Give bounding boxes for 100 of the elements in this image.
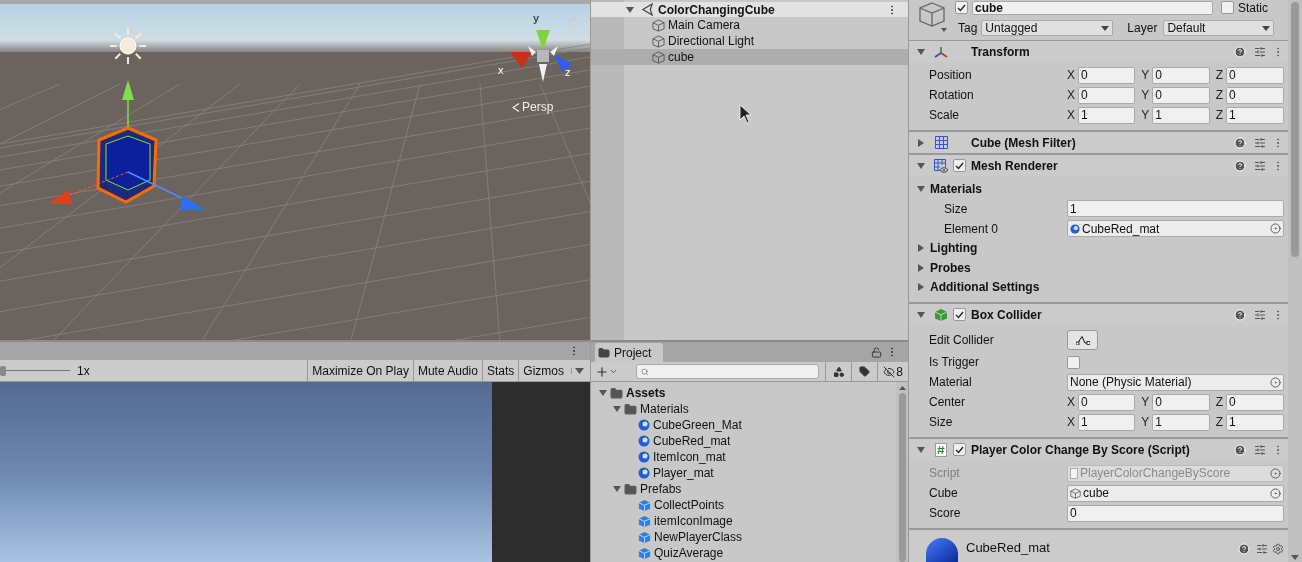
asset-item[interactable]: CubeRed_mat: [591, 433, 896, 449]
number-field[interactable]: 0: [1152, 66, 1210, 84]
active-checkbox[interactable]: [955, 1, 968, 14]
foldout-header[interactable]: Probes: [909, 258, 1288, 278]
sphere-icon: [638, 467, 650, 479]
asset-item[interactable]: QuizAverage: [591, 545, 896, 561]
hidden-packages-button[interactable]: 8: [877, 362, 908, 381]
object-picker-icon[interactable]: [1270, 376, 1281, 388]
settings-icon[interactable]: [1272, 543, 1284, 555]
object-field[interactable]: CubeRed_mat: [1067, 220, 1284, 237]
foldout-arrow-icon[interactable]: [917, 138, 925, 147]
checkbox[interactable]: [1067, 355, 1080, 369]
asset-item[interactable]: CubeGreen_Mat: [591, 417, 896, 433]
number-field[interactable]: 0: [1226, 393, 1284, 411]
foldout-arrow-icon[interactable]: [917, 445, 925, 454]
scrollbar[interactable]: [896, 382, 908, 562]
component-title: Player Color Change By Score (Script): [971, 441, 1190, 459]
number-field[interactable]: 1: [1078, 413, 1136, 431]
cube-icon: [652, 50, 665, 64]
number-field[interactable]: 0: [1152, 86, 1210, 104]
foldout-header[interactable]: Lighting: [909, 238, 1288, 258]
tag-icon: [859, 366, 871, 377]
object-picker-icon[interactable]: [1270, 223, 1281, 234]
property-label: Size: [929, 414, 953, 431]
help-icon[interactable]: [1234, 159, 1246, 172]
text-field[interactable]: 1: [1067, 200, 1284, 217]
preset-icon[interactable]: [1254, 159, 1266, 172]
preset-icon[interactable]: [1254, 45, 1266, 58]
number-field[interactable]: 0: [1078, 393, 1136, 411]
help-icon[interactable]: [1234, 136, 1246, 149]
edit-collider-button[interactable]: [1067, 330, 1098, 350]
hierarchy-item[interactable]: Directional Light: [591, 33, 908, 49]
script-icon: [935, 442, 947, 457]
view-mode-button[interactable]: Persp: [512, 98, 554, 116]
search-field[interactable]: [636, 364, 820, 379]
property-label: Size: [944, 200, 968, 218]
scrollbar[interactable]: [1288, 0, 1302, 562]
cube-icon: [652, 18, 665, 32]
number-field[interactable]: 0: [1226, 66, 1284, 84]
project-tab[interactable]: Project: [595, 343, 664, 362]
search-icon: [641, 367, 649, 376]
number-field[interactable]: 1: [1152, 106, 1210, 124]
checkbox[interactable]: [953, 308, 966, 321]
foldout-header[interactable]: Additional Settings: [909, 277, 1288, 297]
property-label: Material: [929, 374, 972, 391]
checkbox[interactable]: [953, 443, 966, 456]
property-label: Script: [929, 465, 960, 482]
help-icon[interactable]: [1234, 308, 1246, 321]
component-header[interactable]: Mesh Renderer: [909, 154, 1288, 176]
asset-item[interactable]: Player_mat: [591, 465, 896, 481]
foldout-arrow-icon[interactable]: [917, 47, 925, 56]
help-icon[interactable]: [1238, 543, 1250, 555]
checkbox[interactable]: [953, 159, 966, 172]
asset-item[interactable]: itemIconImage: [591, 513, 896, 529]
asset-item[interactable]: Materials: [591, 401, 896, 417]
asset-item[interactable]: ItemIcon_mat: [591, 449, 896, 465]
number-field[interactable]: 1: [1152, 413, 1210, 431]
foldout-arrow-icon[interactable]: [917, 161, 925, 170]
number-field[interactable]: 0: [1152, 393, 1210, 411]
asset-item[interactable]: CollectPoints: [591, 497, 896, 513]
object-field[interactable]: cube: [1067, 484, 1284, 502]
hierarchy-item[interactable]: Main Camera: [591, 17, 908, 33]
preset-icon[interactable]: [1256, 543, 1268, 555]
tag-dropdown[interactable]: Untagged: [981, 20, 1114, 36]
foldout-arrow-icon[interactable]: [917, 310, 925, 319]
foldout-arrow-icon: [917, 263, 925, 272]
scale-slider[interactable]: [0, 364, 70, 377]
scroll-up-icon: [898, 386, 906, 390]
help-icon[interactable]: [1234, 443, 1246, 456]
property-label: Center: [929, 394, 966, 411]
property-label: Position: [929, 67, 972, 84]
object-picker-icon[interactable]: [1270, 487, 1281, 499]
number-field[interactable]: 1: [1226, 106, 1284, 124]
name-field[interactable]: cube: [972, 0, 1213, 15]
cube-icon: [638, 530, 651, 544]
preset-icon[interactable]: [1254, 136, 1266, 149]
asset-item[interactable]: NewPlayerClass: [591, 529, 896, 545]
text-field[interactable]: 0: [1067, 504, 1284, 522]
sphere-icon: [1070, 223, 1080, 234]
asset-item[interactable]: Assets: [591, 385, 896, 401]
lock-icon[interactable]: [871, 347, 882, 358]
foldout-header[interactable]: Materials: [909, 179, 1288, 199]
layer-dropdown[interactable]: Default: [1163, 20, 1274, 36]
help-icon[interactable]: [1234, 45, 1246, 58]
preset-icon[interactable]: [1254, 443, 1266, 456]
slider-thumb[interactable]: [0, 365, 6, 376]
asset-item[interactable]: Prefabs: [591, 481, 896, 497]
number-field[interactable]: 0: [1078, 86, 1136, 104]
number-field[interactable]: 0: [1226, 86, 1284, 104]
object-field[interactable]: None (Physic Material): [1067, 373, 1284, 391]
scene-header[interactable]: ColorChangingCube: [591, 2, 908, 17]
number-field[interactable]: 1: [1226, 413, 1284, 431]
folder-icon: [610, 386, 623, 400]
component-header[interactable]: Player Color Change By Score (Script): [909, 438, 1288, 460]
hierarchy-item[interactable]: cube: [591, 49, 908, 65]
static-checkbox[interactable]: [1221, 1, 1234, 14]
preset-icon[interactable]: [1254, 308, 1266, 321]
number-field[interactable]: 1: [1078, 106, 1136, 124]
component-header[interactable]: Cube (Mesh Filter): [909, 131, 1288, 153]
number-field[interactable]: 0: [1078, 66, 1136, 84]
